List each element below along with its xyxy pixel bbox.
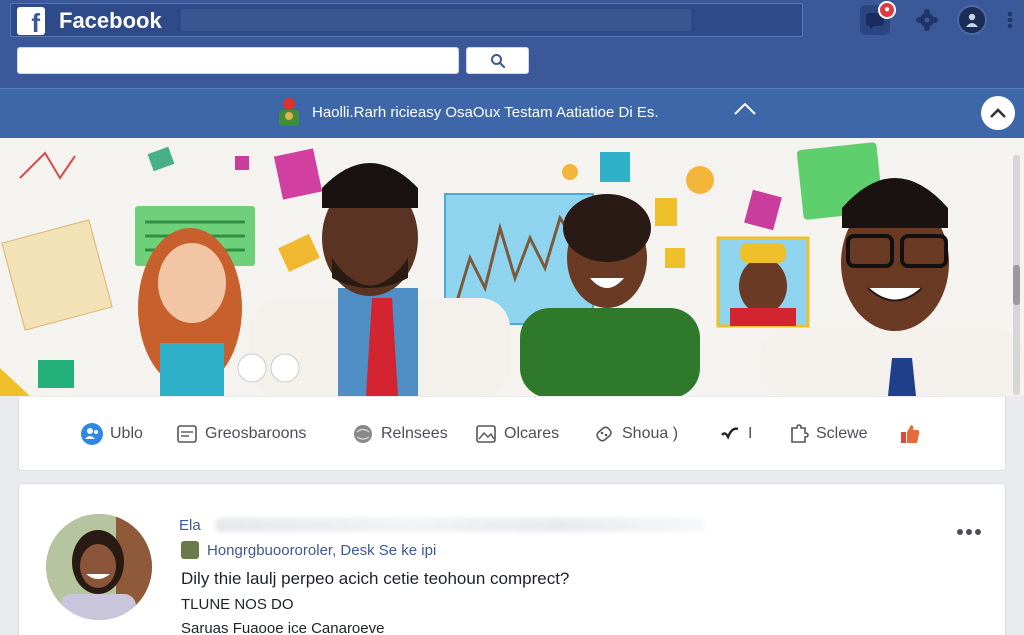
notice-bar: Haolli.Rarh ricieasy OsaOux Testam Aatia… [0,88,1024,138]
chevron-up-icon [990,108,1006,118]
chevron-up-icon[interactable] [733,101,757,117]
tab-relnsees[interactable]: Relnsees [352,421,448,447]
cover-illustration [0,138,1024,396]
post-text: Dily thie laulj perpeo acich cetie teoho… [181,569,570,588]
post-group-name[interactable]: Hongrgbuoororoler, Desk Se ke ipi [207,542,436,559]
menu-button[interactable] [998,5,1022,35]
gear-icon [916,9,938,31]
author-avatar[interactable] [46,514,152,620]
like-icon [899,423,921,445]
settings-button[interactable] [912,5,942,35]
tab-sclewe[interactable]: Sclewe [787,421,868,447]
post-meta-line: TLUNE NOS DO [181,596,294,613]
notification-badge: ● [878,1,896,19]
tab-label: I [748,425,753,442]
tab-ublo[interactable]: Ublo [81,421,143,447]
dots-icon [1007,11,1013,29]
post-author-name[interactable]: Ela [179,517,201,534]
check-icon [719,423,741,445]
tab-greosbaroons[interactable]: Greosbaroons [176,421,306,447]
tab-label: Shoua ) [622,425,679,442]
tab-label: Relnsees [381,425,448,442]
group-icon [181,541,199,559]
notice-text: Haolli.Rarh ricieasy OsaOux Testam Aatia… [312,104,659,121]
people-icon [81,423,103,445]
post-options-button[interactable] [956,520,982,541]
scrollbar[interactable] [1011,155,1022,395]
tab-label: Olcares [504,425,560,442]
rose-icon [279,98,299,126]
search-button[interactable] [466,47,529,74]
top-navigation-bar: f Facebook ● [0,0,1024,88]
blurred-header-text [215,518,705,532]
search-icon [490,53,505,68]
user-icon [966,13,978,27]
title-bar-field [181,9,691,31]
title-box: f Facebook [10,3,803,37]
profile-tab-strip: Ublo Greosbaroons Relnsees Olcares Shoua… [18,397,1006,471]
image-icon [475,423,497,445]
profile-avatar-button[interactable] [957,5,987,35]
tab-label: Greosbaroons [205,425,307,442]
post-meta-line: Saruas Fuaooe ice Canaroeve [181,620,385,635]
brand-name: Facebook [59,8,162,33]
post-group-line: Hongrgbuoororoler, Desk Se ke ipi [181,541,436,559]
cover-banner-image [0,138,1024,396]
more-horizontal-icon [957,529,981,535]
tab-check[interactable]: I [719,421,752,447]
facebook-logo-icon[interactable]: f [17,7,45,35]
feed-post: Ela Hongrgbuoororoler, Desk Se ke ipi Di… [18,483,1006,635]
search-input[interactable] [17,47,459,74]
tab-olcares[interactable]: Olcares [475,421,559,447]
tab-shoua[interactable]: Shoua ) [593,421,678,447]
tag-icon [593,423,615,445]
globe-icon [352,423,374,445]
puzzle-icon [787,423,809,445]
tab-label: Sclewe [816,425,868,442]
messages-button[interactable]: ● [860,1,896,35]
tab-like[interactable] [899,421,921,447]
tab-label: Ublo [110,425,143,442]
collapse-button[interactable] [981,96,1015,130]
calendar-icon [176,423,198,445]
